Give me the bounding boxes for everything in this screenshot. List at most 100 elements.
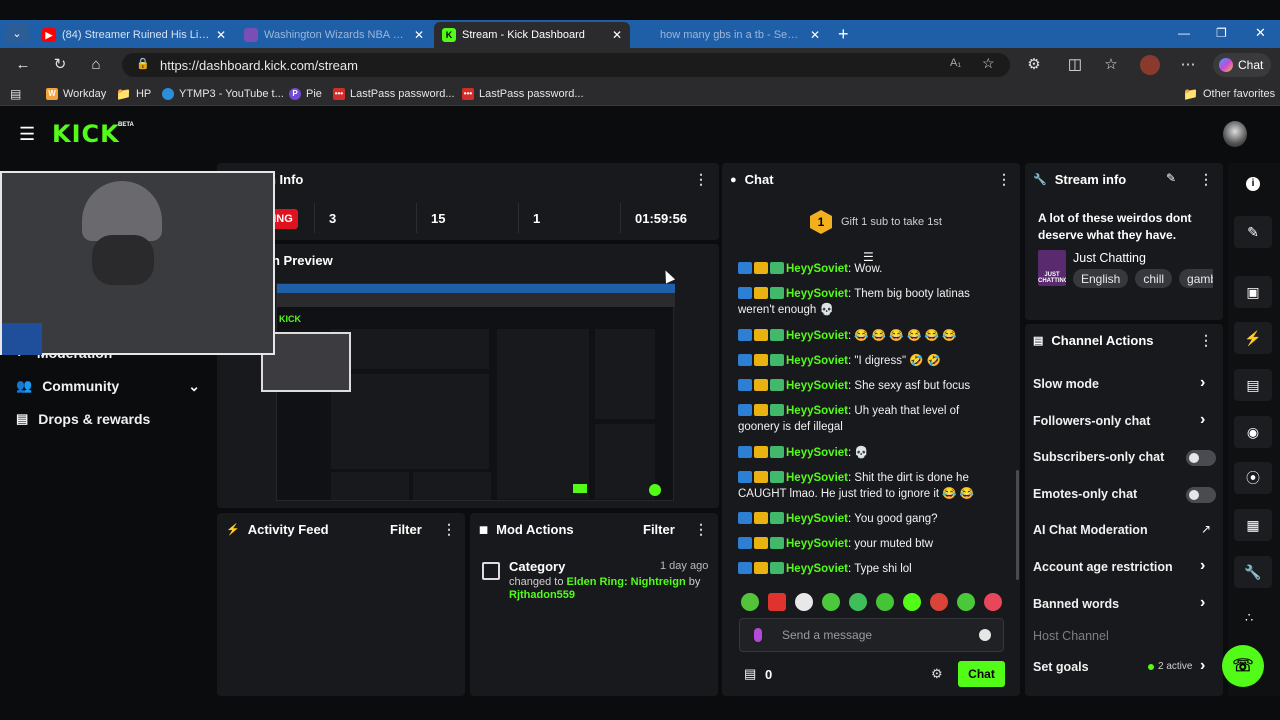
activity-filter-button[interactable]: Filter [390,522,422,537]
followers-only-item[interactable]: Followers-only chat [1033,411,1150,431]
emote-icon[interactable] [930,593,948,611]
tag-chip[interactable]: English [1073,269,1129,288]
ai-chat-moderation-item[interactable]: AI Chat Moderation [1033,520,1148,540]
url-input[interactable]: 🔒 https://dashboard.kick.com/stream A₁ ☆ [122,53,1010,77]
tag-chip[interactable]: chill [1135,269,1173,288]
chat-more-icon[interactable]: ⋮ [997,171,1011,188]
sidebar-item-drops-rewards[interactable]: ▤ Drops & rewards [16,407,150,431]
slow-mode-item[interactable]: Slow mode [1033,374,1099,394]
tab-youtube[interactable]: ▶ (84) Streamer Ruined His Life in 7 ✕ [34,22,234,48]
activity-more-icon[interactable]: ⋮ [442,521,456,538]
category-thumbnail[interactable]: JUST CHATTING [1038,250,1066,286]
chevron-right-icon[interactable]: › [1200,657,1205,675]
host-channel-item[interactable]: Host Channel [1033,626,1109,646]
edit-pencil-icon[interactable]: ✎ [1166,171,1176,185]
tab-search[interactable]: how many gbs in a tb - Search ✕ [632,22,828,48]
back-icon[interactable]: ← [13,56,33,74]
gift-leaderboard-text[interactable]: Gift 1 sub to take 1st [841,216,942,228]
lastpass-icon: ••• [462,88,474,100]
emote-icon[interactable] [984,593,1002,611]
copilot-chat-button[interactable]: Chat [1213,53,1271,77]
reading-list-icon[interactable]: ▤ [10,85,21,103]
emotes-only-toggle[interactable] [1186,487,1216,503]
tab-kick-dashboard[interactable]: K Stream - Kick Dashboard ✕ [434,22,630,48]
chat-scrollbar[interactable] [1016,470,1019,580]
mod-more-icon[interactable]: ⋮ [694,521,708,538]
refresh-icon[interactable]: ↻ [50,56,70,74]
extensions-icon[interactable]: ⚙ [1024,56,1044,74]
fav-pie[interactable]: P Pie [289,85,322,103]
chevron-right-icon[interactable]: › [1200,411,1205,429]
fav-workday[interactable]: W Workday [46,85,106,103]
kick-logo[interactable]: KICK [52,120,120,148]
sidebar-item-community[interactable]: 👥 Community ⌄ [16,374,200,398]
more-menu-icon[interactable]: ⋯ [1178,56,1198,74]
mod-entry-game[interactable]: Elden Ring: Nightreign [567,576,686,588]
tab-actions-button[interactable]: ⌄ [5,24,29,44]
stream-preview-video[interactable]: KICK [261,283,675,501]
emote-icon[interactable] [876,593,894,611]
apps-icon[interactable]: ∴ [1245,610,1253,626]
close-window-icon[interactable]: ✕ [1255,25,1266,41]
info-icon[interactable]: i [1246,177,1260,191]
chevron-right-icon[interactable]: › [1200,557,1205,575]
close-tab-icon[interactable]: ✕ [612,28,622,42]
stream-info-more-icon[interactable]: ⋮ [1199,171,1213,188]
tools-icon[interactable]: 🔧 [1234,556,1272,588]
document-icon[interactable]: ▤ [1234,369,1272,401]
video-icon[interactable]: ▦ [1234,509,1272,541]
fav-lastpass-1[interactable]: ••• LastPass password... [333,85,455,103]
banned-words-item[interactable]: Banned words [1033,594,1119,614]
subscribers-only-toggle[interactable] [1186,450,1216,466]
restore-icon[interactable]: ❐ [1216,26,1227,40]
chat-icon[interactable]: ◉ [1234,416,1272,448]
chevron-right-icon[interactable]: › [1200,374,1205,392]
emote-icon[interactable] [768,593,786,611]
fav-hp[interactable]: 📁 HP [116,85,151,103]
fav-ytmp3[interactable]: YTMP3 - YouTube t... [162,85,284,103]
favorite-star-icon[interactable]: ☆ [982,55,995,72]
home-icon[interactable]: ⌂ [86,56,106,74]
microphone-icon[interactable] [754,628,762,642]
emoji-icon[interactable] [979,629,991,641]
edit-icon[interactable]: ✎ [1234,216,1272,248]
read-aloud-icon[interactable]: A₁ [950,57,961,69]
close-tab-icon[interactable]: ✕ [216,28,226,42]
split-screen-icon[interactable]: ◫ [1065,56,1085,74]
store-icon[interactable]: ▤ [744,666,756,682]
close-tab-icon[interactable]: ✕ [810,28,820,42]
tag-chip[interactable]: gamb [1179,269,1213,288]
other-favorites[interactable]: 📁 Other favorites [1183,85,1275,103]
emote-icon[interactable] [741,593,759,611]
mod-filter-button[interactable]: Filter [643,522,675,537]
lightning-icon[interactable]: ⚡ [1234,322,1272,354]
mod-entry-user[interactable]: Rjthadon559 [509,589,575,601]
emote-icon[interactable] [795,593,813,611]
emote-icon[interactable] [849,593,867,611]
screenshot-icon[interactable]: ▣ [1234,276,1272,308]
category-name[interactable]: Just Chatting [1073,251,1146,265]
emote-icon[interactable] [957,593,975,611]
new-tab-button[interactable]: + [838,24,849,45]
set-goals-item[interactable]: Set goals [1033,657,1089,677]
broadcast-icon[interactable]: ⦿ [1234,462,1272,494]
chevron-right-icon[interactable]: › [1200,594,1205,612]
account-age-item[interactable]: Account age restriction [1033,557,1173,577]
minimize-icon[interactable]: — [1178,26,1190,40]
collections-icon[interactable]: ☆ [1101,56,1121,74]
hamburger-menu-icon[interactable]: ☰ [19,124,35,145]
session-more-icon[interactable]: ⋮ [694,171,708,188]
close-tab-icon[interactable]: ✕ [414,28,424,42]
profile-avatar[interactable] [1140,55,1160,75]
support-headset-icon[interactable]: ☏ [1222,645,1264,687]
emote-icon[interactable] [822,593,840,611]
chat-message-input[interactable]: Send a message [739,618,1004,652]
emote-icon[interactable] [903,593,921,611]
external-link-icon[interactable]: ↗ [1201,522,1211,536]
fav-lastpass-2[interactable]: ••• LastPass password... [462,85,584,103]
channel-actions-more-icon[interactable]: ⋮ [1199,332,1213,349]
tab-wizards[interactable]: Washington Wizards NBA Roster ✕ [236,22,432,48]
send-chat-button[interactable]: Chat [958,661,1005,687]
chat-settings-icon[interactable]: ⚙ [931,666,943,682]
user-avatar[interactable] [1223,121,1247,147]
